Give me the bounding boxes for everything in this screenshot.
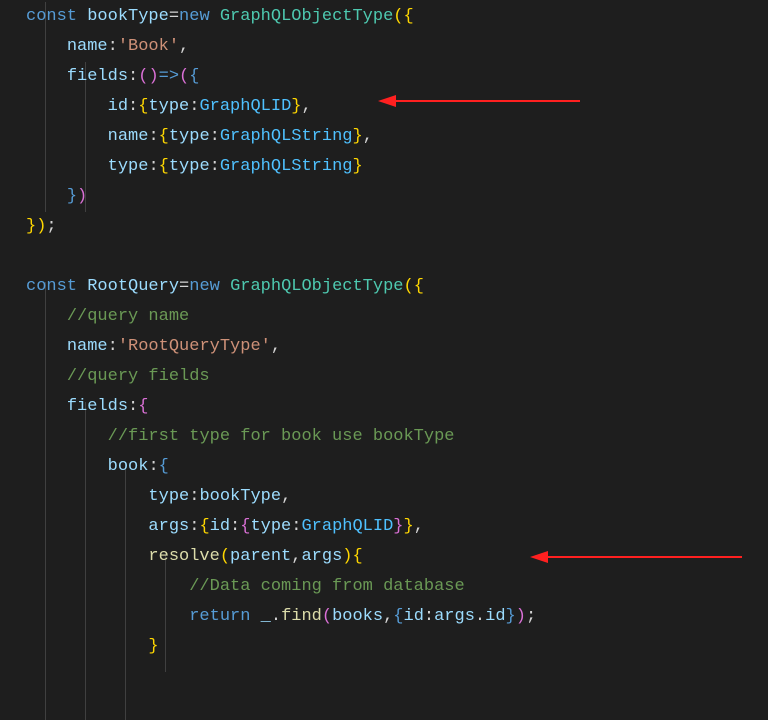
code-line: book:{ <box>0 452 768 482</box>
code-line: }); <box>0 212 768 242</box>
code-line: //query fields <box>0 362 768 392</box>
code-line: const bookType=new GraphQLObjectType({ <box>0 2 768 32</box>
code-line: return _.find(books,{id:args.id}); <box>0 602 768 632</box>
code-line: name:'Book', <box>0 32 768 62</box>
code-line: type:{type:GraphQLString} <box>0 152 768 182</box>
code-line: type:bookType, <box>0 482 768 512</box>
code-line: //first type for book use bookType <box>0 422 768 452</box>
code-line: name:{type:GraphQLString}, <box>0 122 768 152</box>
code-line: fields:()=>({ <box>0 62 768 92</box>
code-line: name:'RootQueryType', <box>0 332 768 362</box>
code-line: //query name <box>0 302 768 332</box>
code-line: } <box>0 632 768 662</box>
code-editor-viewport: const bookType=new GraphQLObjectType({ n… <box>0 0 768 662</box>
code-line: fields:{ <box>0 392 768 422</box>
code-line: const RootQuery=new GraphQLObjectType({ <box>0 272 768 302</box>
code-line: }) <box>0 182 768 212</box>
code-line-blank <box>0 242 768 272</box>
code-line: //Data coming from database <box>0 572 768 602</box>
code-line: args:{id:{type:GraphQLID}}, <box>0 512 768 542</box>
